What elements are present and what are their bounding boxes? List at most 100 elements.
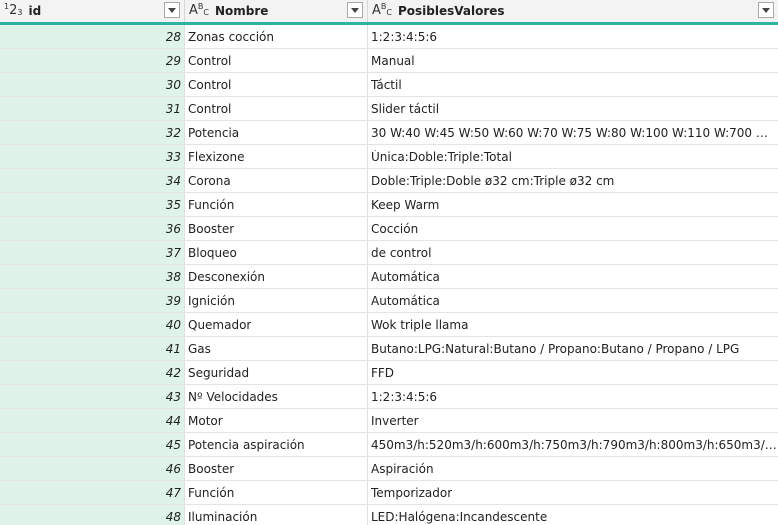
table-row[interactable]: 35 Función Keep Warm	[0, 193, 778, 217]
cell-nombre[interactable]: Bloqueo	[185, 241, 368, 264]
text-type-icon[interactable]: ABC	[372, 2, 392, 17]
cell-nombre[interactable]: Zonas cocción	[185, 25, 368, 48]
cell-posiblesvalores[interactable]: Keep Warm	[368, 193, 778, 216]
table-row[interactable]: 39 Ignición Automática	[0, 289, 778, 313]
cell-posiblesvalores[interactable]: 1:2:3:4:5:6	[368, 385, 778, 408]
cell-nombre[interactable]: Control	[185, 73, 368, 96]
cell-id[interactable]: 43	[0, 385, 185, 408]
cell-nombre[interactable]: Motor	[185, 409, 368, 432]
cell-id[interactable]: 48	[0, 505, 185, 525]
text-type-icon[interactable]: ABC	[189, 2, 209, 17]
cell-nombre[interactable]: Función	[185, 481, 368, 504]
cell-id[interactable]: 32	[0, 121, 185, 144]
table-row[interactable]: 48 Iluminación LED:Halógena:Incandescente	[0, 505, 778, 525]
cell-posiblesvalores[interactable]: LED:Halógena:Incandescente	[368, 505, 778, 525]
cell-posiblesvalores[interactable]: 450m3/h:520m3/h:600m3/h:750m3/h:790m3/h:…	[368, 433, 778, 456]
cell-nombre[interactable]: Seguridad	[185, 361, 368, 384]
table-row[interactable]: 34 Corona Doble:Triple:Doble ø32 cm:Triple…	[0, 169, 778, 193]
cell-id[interactable]: 47	[0, 481, 185, 504]
table-row[interactable]: 33 Flexizone Única:Doble:Triple:Total	[0, 145, 778, 169]
column-header-posiblesvalores[interactable]: ABC PosiblesValores	[368, 0, 778, 22]
cell-id[interactable]: 45	[0, 433, 185, 456]
filter-dropdown-button[interactable]	[164, 2, 180, 18]
cell-id[interactable]: 44	[0, 409, 185, 432]
cell-posiblesvalores[interactable]: FFD	[368, 361, 778, 384]
cell-nombre[interactable]: Gas	[185, 337, 368, 360]
table-row[interactable]: 46 Booster Aspiración	[0, 457, 778, 481]
table-row[interactable]: 31 Control Slider táctil	[0, 97, 778, 121]
table-row[interactable]: 38 Desconexión Automática	[0, 265, 778, 289]
filter-dropdown-button[interactable]	[758, 2, 774, 18]
cell-id[interactable]: 41	[0, 337, 185, 360]
cell-posiblesvalores[interactable]: Butano:LPG:Natural:Butano / Propano:Buta…	[368, 337, 778, 360]
cell-posiblesvalores[interactable]: 30 W:40 W:45 W:50 W:60 W:70 W:75 W:80 W:…	[368, 121, 778, 144]
cell-posiblesvalores[interactable]: Táctil	[368, 73, 778, 96]
table-row[interactable]: 45 Potencia aspiración 450m3/h:520m3/h:600…	[0, 433, 778, 457]
table-row[interactable]: 30 Control Táctil	[0, 73, 778, 97]
cell-posiblesvalores[interactable]: Inverter	[368, 409, 778, 432]
cell-nombre[interactable]: Potencia aspiración	[185, 433, 368, 456]
cell-posiblesvalores[interactable]: Aspiración	[368, 457, 778, 480]
filter-dropdown-button[interactable]	[347, 2, 363, 18]
cell-nombre[interactable]: Corona	[185, 169, 368, 192]
cell-posiblesvalores[interactable]: de control	[368, 241, 778, 264]
cell-nombre-text: Control	[188, 101, 232, 116]
cell-id[interactable]: 38	[0, 265, 185, 288]
cell-id[interactable]: 28	[0, 25, 185, 48]
cell-posiblesvalores[interactable]: Cocción	[368, 217, 778, 240]
cell-nombre[interactable]: Nº Velocidades	[185, 385, 368, 408]
column-header-id[interactable]: 123 id	[0, 0, 185, 22]
table-row[interactable]: 44 Motor Inverter	[0, 409, 778, 433]
cell-nombre[interactable]: Función	[185, 193, 368, 216]
cell-id[interactable]: 35	[0, 193, 185, 216]
cell-posiblesvalores[interactable]: Temporizador	[368, 481, 778, 504]
cell-nombre[interactable]: Booster	[185, 217, 368, 240]
cell-id[interactable]: 42	[0, 361, 185, 384]
column-header-nombre[interactable]: ABC Nombre	[185, 0, 368, 22]
cell-posiblesvalores[interactable]: Doble:Triple:Doble ø32 cm:Triple ø32 cm	[368, 169, 778, 192]
cell-nombre[interactable]: Control	[185, 49, 368, 72]
cell-id-text: 32	[165, 125, 181, 140]
table-row[interactable]: 42 Seguridad FFD	[0, 361, 778, 385]
cell-id[interactable]: 34	[0, 169, 185, 192]
cell-posiblesvalores-text: FFD	[371, 365, 395, 380]
cell-posiblesvalores[interactable]: Manual	[368, 49, 778, 72]
cell-id-text: 45	[165, 437, 181, 452]
table-row[interactable]: 41 Gas Butano:LPG:Natural:Butano / Propano…	[0, 337, 778, 361]
table-row[interactable]: 47 Función Temporizador	[0, 481, 778, 505]
table-row[interactable]: 28 Zonas cocción 1:2:3:4:5:6	[0, 25, 778, 49]
cell-posiblesvalores[interactable]: Automática	[368, 289, 778, 312]
table-row[interactable]: 37 Bloqueo de control	[0, 241, 778, 265]
cell-id[interactable]: 30	[0, 73, 185, 96]
cell-nombre[interactable]: Ignición	[185, 289, 368, 312]
table-row[interactable]: 40 Quemador Wok triple llama	[0, 313, 778, 337]
cell-posiblesvalores[interactable]: Automática	[368, 265, 778, 288]
cell-nombre[interactable]: Flexizone	[185, 145, 368, 168]
cell-id[interactable]: 46	[0, 457, 185, 480]
cell-posiblesvalores-text: Doble:Triple:Doble ø32 cm:Triple ø32 cm	[371, 173, 615, 188]
cell-id[interactable]: 36	[0, 217, 185, 240]
cell-posiblesvalores-text: Manual	[371, 53, 415, 68]
cell-nombre[interactable]: Iluminación	[185, 505, 368, 525]
cell-id[interactable]: 40	[0, 313, 185, 336]
cell-nombre[interactable]: Potencia	[185, 121, 368, 144]
table-row[interactable]: 32 Potencia 30 W:40 W:45 W:50 W:60 W:70 W:…	[0, 121, 778, 145]
cell-id[interactable]: 29	[0, 49, 185, 72]
table-row[interactable]: 29 Control Manual	[0, 49, 778, 73]
cell-nombre[interactable]: Quemador	[185, 313, 368, 336]
cell-nombre[interactable]: Control	[185, 97, 368, 120]
cell-id[interactable]: 33	[0, 145, 185, 168]
cell-posiblesvalores[interactable]: Única:Doble:Triple:Total	[368, 145, 778, 168]
cell-nombre[interactable]: Booster	[185, 457, 368, 480]
cell-nombre[interactable]: Desconexión	[185, 265, 368, 288]
number-type-icon[interactable]: 123	[4, 2, 22, 17]
cell-posiblesvalores[interactable]: 1:2:3:4:5:6	[368, 25, 778, 48]
table-row[interactable]: 43 Nº Velocidades 1:2:3:4:5:6	[0, 385, 778, 409]
cell-posiblesvalores[interactable]: Slider táctil	[368, 97, 778, 120]
cell-posiblesvalores[interactable]: Wok triple llama	[368, 313, 778, 336]
cell-id[interactable]: 39	[0, 289, 185, 312]
cell-id[interactable]: 37	[0, 241, 185, 264]
cell-id-text: 31	[165, 101, 181, 116]
table-row[interactable]: 36 Booster Cocción	[0, 217, 778, 241]
cell-id[interactable]: 31	[0, 97, 185, 120]
